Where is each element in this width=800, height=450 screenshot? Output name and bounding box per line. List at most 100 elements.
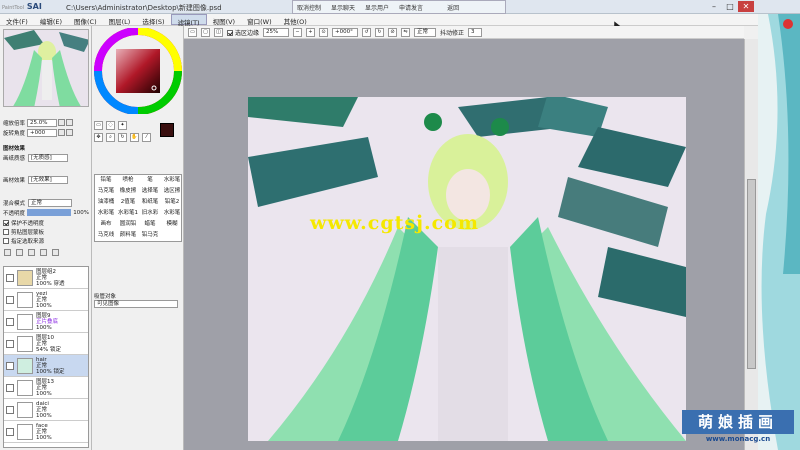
rotate-right-icon[interactable]: ↻ (375, 27, 385, 37)
eye-icon[interactable] (6, 427, 14, 436)
new-folder-icon[interactable] (16, 249, 23, 256)
tool-marker[interactable]: 马克笔 (95, 186, 117, 197)
lock-opacity-row[interactable]: 保护不透明度 (3, 218, 89, 227)
tool-eraser[interactable]: 橡皮擦 (117, 186, 139, 197)
zoom-value[interactable]: 25.0% (27, 118, 58, 127)
angle-increase-icon[interactable] (66, 129, 74, 136)
tool-crayon[interactable]: 蜡笔 (139, 219, 161, 230)
layer-row[interactable]: 图层9 正片叠底 100% (4, 311, 88, 333)
layer-row[interactable]: daici 正常 100% (4, 399, 88, 421)
stabilizer-field[interactable]: 3 (468, 27, 483, 37)
maximize-button[interactable]: □ (722, 1, 738, 12)
menu-window[interactable]: 窗口(W) (241, 14, 278, 26)
eye-icon[interactable] (6, 273, 14, 282)
color-wheel[interactable] (94, 28, 182, 114)
show-chat-button[interactable]: 显示聊天 (331, 3, 355, 12)
zoom-decrease-icon[interactable] (58, 119, 66, 126)
layer-row[interactable]: face 正常 100% (4, 421, 88, 443)
layer-blend-select[interactable]: 正常 (28, 198, 73, 207)
zoom-increase-icon[interactable] (66, 119, 74, 126)
zoom-icon[interactable]: ⌕ (106, 133, 115, 142)
close-button[interactable]: ✕ (738, 1, 754, 12)
eye-icon[interactable] (6, 405, 14, 414)
blend-mode-select[interactable]: 正常 (414, 27, 437, 37)
rotate-icon[interactable]: ↻ (118, 133, 127, 142)
rect-select-icon[interactable]: ▭ (94, 121, 103, 130)
menu-view[interactable]: 视图(V) (207, 14, 242, 26)
delete-layer-icon[interactable] (52, 249, 59, 256)
rotation-field[interactable]: +000° (332, 27, 359, 37)
menu-filter[interactable]: 滤镜(T) (170, 14, 207, 27)
zoom-field[interactable]: 25% (263, 27, 290, 37)
tool-brush[interactable]: 笔 (139, 175, 161, 186)
select-source-checkbox[interactable] (3, 237, 9, 244)
scrollbar-thumb[interactable] (747, 179, 756, 369)
zoom-slider-row[interactable]: 缩放倍率 25.0% (3, 118, 89, 127)
tool-old-watercolor[interactable]: 旧水彩 (139, 208, 161, 219)
layer-row[interactable]: 图层10 正常 54% 锁定 (4, 333, 88, 355)
foreground-color-swatch[interactable] (160, 123, 174, 137)
artwork-canvas[interactable] (248, 97, 686, 441)
tool-select-eraser[interactable]: 选区擦 (161, 186, 183, 197)
eye-icon[interactable] (6, 383, 14, 392)
magic-wand-icon[interactable]: ✦ (118, 121, 127, 130)
angle-slider-row[interactable]: 旋转角度 +000 (3, 128, 89, 137)
vertical-scrollbar[interactable] (744, 39, 758, 450)
selection-edge-checkbox[interactable] (227, 30, 233, 36)
menu-select[interactable]: 选择(S) (136, 14, 170, 26)
invert-selection-icon[interactable]: ◫ (214, 27, 223, 37)
tool-watercolor-4[interactable]: 水彩笔 (161, 208, 183, 219)
request-speak-button[interactable]: 申请发言 (399, 3, 423, 12)
menu-other[interactable]: 其他(O) (278, 14, 313, 26)
clip-mask-checkbox[interactable] (3, 228, 9, 235)
tool-pencil-2[interactable]: 铅笔2 (161, 197, 183, 208)
eye-icon[interactable] (6, 317, 14, 326)
show-users-button[interactable]: 显示用户 (365, 3, 389, 12)
paper-texture-select[interactable]: [无质感] (28, 153, 69, 162)
tool-marker-line[interactable]: 马克线 (95, 230, 117, 241)
tool-paper-pen[interactable]: 和纸笔 (139, 197, 161, 208)
move-icon[interactable]: ✥ (94, 133, 103, 142)
angle-value[interactable]: +000 (27, 128, 58, 137)
tool-pencil[interactable]: 铅笔 (95, 175, 117, 186)
navigator-thumbnail[interactable] (3, 29, 89, 107)
rotate-left-icon[interactable]: ↺ (362, 27, 372, 37)
deselect-icon[interactable]: ▢ (201, 27, 210, 37)
tool-binary-pen[interactable]: 2值笔 (117, 197, 139, 208)
tool-watercolor-3[interactable]: 水彩笔1 (117, 208, 139, 219)
clip-mask-row[interactable]: 剪贴图层蒙板 (3, 227, 89, 236)
menu-edit[interactable]: 编辑(E) (34, 14, 68, 26)
zoom-out-icon[interactable]: − (293, 27, 303, 37)
zoom-reset-icon[interactable]: ⊙ (319, 27, 329, 37)
selection-edge-toggle[interactable]: 选区边缘 (227, 28, 259, 37)
tool-airbrush[interactable]: 喷枪 (117, 175, 139, 186)
new-layer-icon[interactable] (4, 249, 11, 256)
return-button[interactable]: 返回 (447, 3, 459, 12)
tool-blur[interactable]: 模糊 (161, 219, 183, 230)
cancel-control-button[interactable]: 取消控制 (297, 3, 321, 12)
lock-opacity-checkbox[interactable] (3, 219, 9, 226)
tool-select-pen[interactable]: 选择笔 (139, 186, 161, 197)
tool-watercolor-2[interactable]: 水彩笔 (95, 208, 117, 219)
merge-down-icon[interactable] (40, 249, 47, 256)
tool-bucket[interactable]: 油漆桶 (95, 197, 117, 208)
tool-paint-pen[interactable]: 颜料笔 (117, 230, 139, 241)
layer-row-selected[interactable]: hair 正常 100% 锁定 (4, 355, 88, 377)
select-all-icon[interactable]: ▭ (188, 27, 197, 37)
eye-icon[interactable] (6, 361, 14, 370)
tool-canvas[interactable]: 画布 (95, 219, 117, 230)
eye-icon[interactable] (6, 295, 14, 304)
layer-row[interactable]: 图层13 正常 100% (4, 377, 88, 399)
eyedropper-icon[interactable]: ⁄ (142, 133, 151, 142)
lasso-icon[interactable]: ◌ (106, 121, 115, 130)
transfer-down-icon[interactable] (28, 249, 35, 256)
opacity-row[interactable]: 不透明度 100% (3, 208, 89, 217)
layer-row[interactable]: 图层组2 正常 100% 穿透 (4, 267, 88, 289)
rotate-reset-icon[interactable]: ⊘ (388, 27, 398, 37)
menu-layer[interactable]: 图层(L) (103, 14, 137, 26)
eye-icon[interactable] (6, 339, 14, 348)
material-effect-select[interactable]: [无效果] (28, 175, 69, 184)
tool-empty-slot[interactable] (161, 230, 183, 241)
layer-row[interactable]: yezi 正常 100% (4, 289, 88, 311)
minimize-button[interactable]: – (706, 1, 722, 12)
